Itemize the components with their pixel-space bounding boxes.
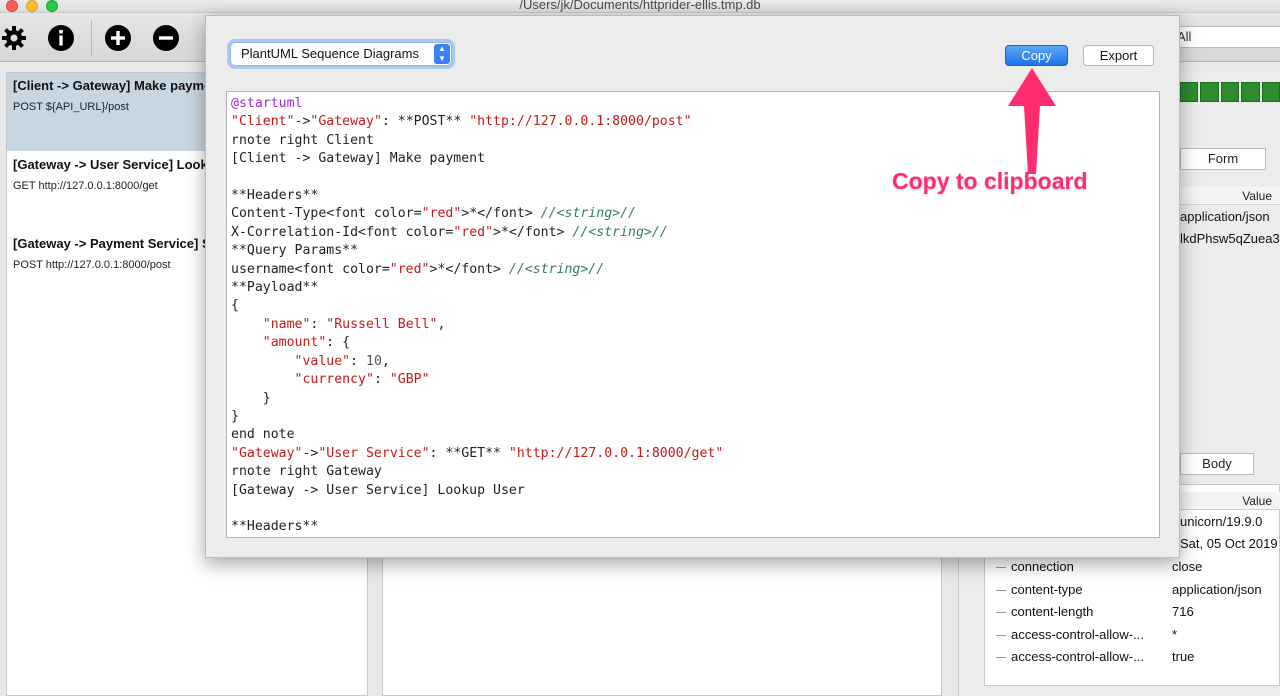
response-header-row: content-length 716 xyxy=(996,602,1280,624)
response-header-row: access-control-allow-... * xyxy=(996,625,1280,647)
header-value: true xyxy=(1172,649,1195,664)
add-request-icon[interactable] xyxy=(104,24,132,52)
search-input[interactable]: All xyxy=(1170,26,1280,48)
tab-form[interactable]: Form xyxy=(1180,148,1266,170)
header-value: application/json xyxy=(1172,582,1262,597)
export-button[interactable]: Export xyxy=(1083,45,1154,66)
window-title-bar: /Users/jk/Documents/httprider-ellis.tmp.… xyxy=(0,0,1280,13)
format-select[interactable]: PlantUML Sequence Diagrams ▲ ▼ xyxy=(230,42,452,66)
tab-body[interactable]: Body xyxy=(1180,453,1254,475)
request-header-value: application/json xyxy=(1180,209,1270,224)
header-value: close xyxy=(1172,559,1203,574)
response-header-value: Sat, 05 Oct 2019 xyxy=(1180,536,1278,551)
value-column-header: Value xyxy=(1180,187,1280,205)
response-header-row: connection close xyxy=(996,557,1280,579)
header-key: access-control-allow-... xyxy=(1011,649,1144,664)
response-value-column-header: Value xyxy=(1180,492,1280,510)
plantuml-code: @startuml "Client"->"Gateway": **POST** … xyxy=(231,96,724,535)
response-header-value: unicorn/19.9.0 xyxy=(1180,514,1263,529)
header-key: connection xyxy=(1011,559,1074,574)
header-value: 716 xyxy=(1172,604,1194,619)
response-header-row: access-control-allow-... true xyxy=(996,647,1280,669)
header-key: access-control-allow-... xyxy=(1011,627,1144,642)
annotation-label: Copy to clipboard xyxy=(892,168,1088,194)
header-key: content-length xyxy=(1011,604,1094,619)
format-select-value: PlantUML Sequence Diagrams xyxy=(241,46,419,61)
info-icon[interactable] xyxy=(47,24,75,52)
select-chevron-icon: ▲ ▼ xyxy=(434,44,450,64)
window-title: /Users/jk/Documents/httprider-ellis.tmp.… xyxy=(519,0,761,12)
settings-gear-icon[interactable] xyxy=(0,24,28,52)
copy-button[interactable]: Copy xyxy=(1005,45,1068,66)
toolbar-divider xyxy=(91,20,92,56)
remove-request-icon[interactable] xyxy=(152,24,180,52)
response-header-row: content-type application/json xyxy=(996,580,1280,602)
annotation-arrow-icon xyxy=(1008,68,1056,174)
header-value: * xyxy=(1172,627,1178,642)
header-key: content-type xyxy=(1011,582,1083,597)
status-progress-bar xyxy=(1180,82,1280,102)
request-header-value: lkdPhsw5qZuea3 xyxy=(1180,231,1280,246)
